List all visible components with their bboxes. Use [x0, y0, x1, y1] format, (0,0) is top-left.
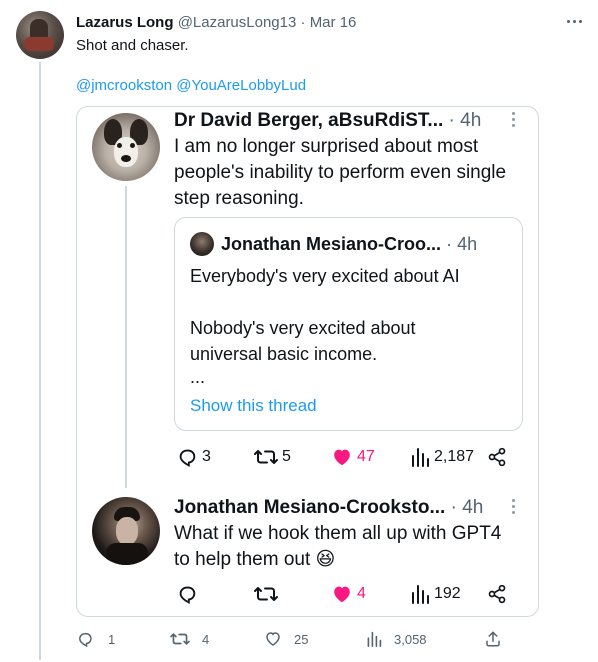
views-count: 192 — [434, 585, 461, 602]
retweet-count: 5 — [282, 448, 291, 465]
reply-tweet-text: What if we hook them all up with GPT4 to… — [174, 523, 502, 570]
views-icon — [366, 630, 382, 648]
reply-retweet-button[interactable] — [254, 583, 282, 605]
more-options-icon[interactable] — [567, 20, 582, 23]
reply-more-options-icon[interactable] — [512, 499, 515, 514]
separator-dot: · — [450, 497, 457, 518]
tweet-header: Lazarus Long @LazarusLong13 · Mar 16 — [76, 13, 356, 33]
reply-icon — [176, 446, 198, 468]
reply-count: 1 — [108, 631, 116, 647]
heart-filled-icon — [331, 446, 353, 468]
nested-quote-header: Jonathan Mesiano-Croo... · 4h — [221, 233, 477, 255]
heart-filled-icon — [331, 583, 353, 605]
nested-author-name[interactable]: Jonathan Mesiano-Croo... — [221, 234, 441, 254]
show-thread-link[interactable]: Show this thread — [190, 395, 317, 417]
reply-views-button[interactable]: 192 — [410, 583, 461, 605]
main-retweet-button[interactable]: 4 — [170, 630, 209, 648]
share-icon[interactable] — [487, 584, 507, 609]
reply-icon — [176, 583, 198, 605]
retweet-count: 4 — [202, 631, 210, 647]
retweet-icon — [254, 446, 278, 468]
retweet-icon — [170, 630, 190, 648]
reply-tweet-header: Jonathan Mesiano-Crooksto... · 4h — [174, 496, 483, 520]
author-name[interactable]: Lazarus Long — [76, 14, 174, 31]
thread-line — [39, 62, 41, 660]
reply-time[interactable]: 4h — [462, 497, 483, 518]
quoted-author-name[interactable]: Dr David Berger, aBsuRdiST... — [174, 110, 443, 131]
avatar-jonathan[interactable] — [92, 497, 160, 565]
like-button[interactable]: 47 — [331, 446, 375, 468]
avatar-david-berger[interactable] — [92, 113, 160, 181]
nested-ellipsis: ... — [190, 367, 206, 387]
reply-count: 3 — [202, 448, 211, 465]
separator-dot: · — [448, 110, 455, 131]
reply-icon — [76, 630, 94, 648]
retweet-button[interactable]: 5 — [254, 446, 291, 468]
mentions-text[interactable]: @jmcrookston @YouAreLobbyLud — [76, 76, 306, 96]
views-button[interactable]: 2,187 — [410, 446, 474, 468]
like-count: 47 — [357, 448, 375, 465]
tweet-date[interactable]: Mar 16 — [310, 14, 357, 31]
quoted-more-options-icon[interactable] — [512, 112, 515, 127]
views-count: 3,058 — [394, 631, 427, 647]
separator-dot: · — [300, 14, 306, 31]
reply-author-name[interactable]: Jonathan Mesiano-Crooksto... — [174, 497, 445, 518]
quoted-time[interactable]: 4h — [460, 110, 481, 131]
reply-reply-button[interactable] — [176, 583, 202, 605]
share-icon[interactable] — [487, 447, 507, 472]
views-icon — [410, 583, 430, 605]
tweet-text: Shot and chaser. — [76, 37, 189, 54]
retweet-icon — [254, 583, 278, 605]
like-count: 25 — [294, 631, 309, 647]
author-handle[interactable]: @LazarusLong13 — [178, 14, 297, 31]
reply-button[interactable]: 3 — [176, 446, 211, 468]
heart-icon — [264, 630, 282, 648]
main-views-button[interactable]: 3,058 — [366, 630, 427, 648]
main-reply-button[interactable]: 1 — [76, 630, 115, 648]
reply-like-button[interactable]: 4 — [331, 583, 366, 605]
separator-dot: · — [446, 234, 453, 254]
nested-line-1: Everybody's very excited about AI — [190, 266, 460, 286]
quoted-tweet-text: I am no longer surprised about most peop… — [174, 136, 507, 209]
quoted-tweet-header: Dr David Berger, aBsuRdiST... · 4h — [174, 109, 481, 133]
like-count: 4 — [357, 585, 366, 602]
avatar-lazarus[interactable] — [16, 11, 64, 59]
nested-line-2: Nobody's very excited about universal ba… — [190, 318, 416, 364]
quoted-thread-line — [125, 186, 127, 488]
main-like-button[interactable]: 25 — [264, 630, 308, 648]
nested-time[interactable]: 4h — [457, 234, 477, 254]
views-count: 2,187 — [434, 448, 475, 465]
share-upload-icon[interactable] — [484, 630, 502, 653]
avatar-jonathan-small[interactable] — [190, 232, 214, 256]
views-icon — [410, 446, 430, 468]
